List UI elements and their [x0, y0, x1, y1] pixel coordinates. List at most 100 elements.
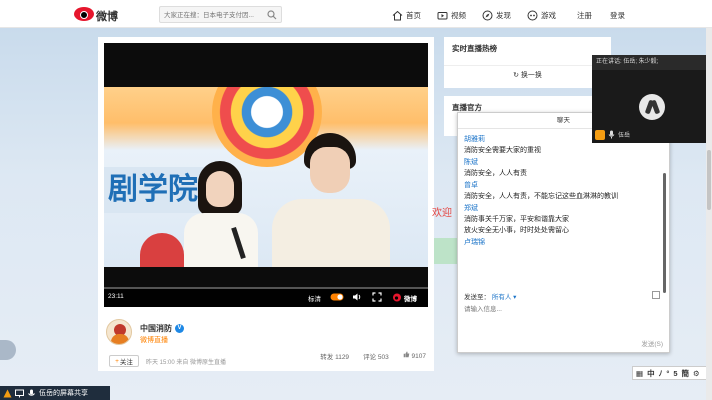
weibo-logo[interactable]: 微博 — [74, 5, 124, 23]
comment-button[interactable]: 评论 503 — [363, 351, 389, 361]
weibo-eye-icon — [74, 7, 94, 21]
video-frame: 剧学院 — [104, 87, 428, 267]
video-time: 23:11 — [108, 293, 124, 300]
ime-toolbar: ▦ 中 ﾉ ° 5 簡 ⚙ — [632, 366, 710, 380]
microphone-icon — [28, 389, 35, 396]
like-count: 9107 — [411, 353, 426, 360]
ime-simplified[interactable]: 簡 — [682, 368, 690, 379]
speaker-avatar — [639, 94, 665, 120]
verified-icon: V — [175, 324, 184, 334]
weibo-watermark-text: 微博 — [404, 296, 417, 303]
refresh-button[interactable]: ↻ 换一换 — [444, 70, 611, 80]
search-icon[interactable] — [267, 10, 277, 20]
weibo-watermark-icon — [393, 293, 401, 302]
fullscreen-icon[interactable] — [372, 292, 382, 302]
search-box — [159, 6, 282, 23]
thumbs-up-icon — [403, 351, 410, 358]
ime-punct[interactable]: ﾉ — [659, 368, 663, 379]
send-button[interactable]: 发送(S) — [641, 338, 663, 348]
logo-text: 微博 — [96, 11, 118, 23]
speaking-indicator: 正在讲话: 伍岳; 朱少毅; — [592, 55, 712, 70]
hydrant-prop — [140, 233, 184, 267]
follow-label: 关注 — [119, 359, 133, 366]
live-post-card: 剧学院 23:11 标清 微博 中国消防 V 微博直播 + 关注 昨天 15:00 … — [98, 37, 434, 371]
top-navigation-bar: 微博 首页 视频 发现 游戏 注册 登录 — [0, 0, 712, 28]
screen-share-label: 伍岳的屏幕共享 — [39, 390, 88, 397]
speaker-footer: 伍岳 — [595, 129, 630, 140]
message-text: 消防安全，人人有责，不能忘记这些血淋淋的教训 — [464, 193, 618, 200]
poster-name: 中国消防 — [140, 324, 172, 333]
speaker-name: 伍岳 — [618, 133, 631, 139]
volume-icon[interactable] — [352, 292, 362, 302]
host-male — [268, 133, 392, 267]
divider — [444, 65, 611, 66]
nav-game-label: 游戏 — [541, 10, 556, 20]
search-input[interactable] — [164, 9, 264, 21]
message-text: 消防事关千万家，平安和谐靠大家 — [464, 216, 569, 223]
nav-video-label: 视频 — [451, 10, 466, 20]
message-sender: 陈斌 — [464, 159, 478, 166]
refresh-label: 换一换 — [520, 72, 542, 79]
monitor-icon — [15, 389, 24, 397]
danmaku-toggle-icon[interactable] — [330, 292, 344, 302]
nav-game[interactable]: 游戏 — [527, 8, 556, 22]
compass-icon — [482, 10, 493, 20]
message-text: 消防安全需要大家的重视 — [464, 147, 541, 154]
chat-scrollbar[interactable] — [663, 173, 666, 293]
nav-discover[interactable]: 发现 — [482, 8, 511, 22]
file-icon[interactable] — [652, 291, 660, 299]
page-scrollbar-thumb[interactable] — [707, 150, 711, 210]
nav-home[interactable]: 首页 — [392, 8, 421, 22]
login-link[interactable]: 登录 — [610, 8, 625, 22]
nav-discover-label: 发现 — [496, 10, 511, 20]
nav-video[interactable]: 视频 — [437, 8, 466, 22]
ime-mode[interactable]: 中 — [647, 368, 655, 379]
message-sender: 郑斌 — [464, 205, 478, 212]
register-label: 注册 — [577, 10, 592, 20]
quality-button[interactable]: 标清 — [308, 293, 321, 303]
send-target-dropdown[interactable]: 所有人 ▾ — [492, 294, 517, 301]
microphone-icon — [608, 130, 615, 139]
game-icon — [527, 10, 538, 20]
send-to-label: 发送至： — [464, 294, 490, 301]
chat-window: 聊天 胡雅莉 消防安全需要大家的重视 陈斌 消防安全，人人有责 曾卓 消防安全，… — [457, 112, 670, 353]
message-sender: 曾卓 — [464, 182, 478, 189]
poster-name-row[interactable]: 中国消防 V — [140, 323, 184, 334]
video-progress-bar[interactable] — [104, 287, 428, 289]
post-meta: 昨天 15:00 来自 微博原生直播 — [146, 360, 227, 366]
poster-subtitle: 微博直播 — [140, 337, 168, 344]
register-link[interactable]: 注册 — [577, 8, 592, 22]
speaker-panel: 正在讲话: 伍岳; 朱少毅; 伍岳 — [592, 55, 712, 143]
chat-message-list[interactable]: 胡雅莉 消防安全需要大家的重视 陈斌 消防安全，人人有责 曾卓 消防安全，人人有… — [464, 133, 660, 289]
login-label: 登录 — [610, 10, 625, 20]
live-video-player[interactable]: 剧学院 23:11 标清 微博 — [104, 43, 428, 307]
avatar[interactable] — [106, 319, 132, 345]
repost-button[interactable]: 转发 1129 — [320, 351, 349, 361]
home-icon — [392, 10, 403, 20]
welcome-text: 欢迎 — [432, 208, 452, 219]
ime-width[interactable]: ° — [666, 369, 669, 378]
user-badge-icon — [595, 129, 605, 140]
post-stats: 转发 1129 评论 503 9107 — [320, 351, 426, 361]
hot-live-card: 实时直播热榜 ↻ 换一换 — [444, 37, 611, 88]
video-icon — [437, 11, 448, 19]
page-scrollbar-track[interactable] — [706, 28, 712, 400]
message-sender: 卢瑞锦 — [464, 239, 485, 246]
follow-button[interactable]: + 关注 — [109, 355, 139, 367]
ime-grid-icon[interactable]: ▦ — [636, 369, 643, 378]
like-button[interactable]: 9107 — [403, 351, 426, 361]
ime-skin[interactable]: 5 — [673, 369, 677, 378]
screen-share-bar[interactable]: 伍岳的屏幕共享 — [0, 386, 110, 400]
video-controls-bar: 23:11 标清 微博 — [104, 287, 428, 307]
message-text: 消防安全，人人有责 — [464, 170, 527, 177]
plus-icon: + — [115, 357, 119, 365]
refresh-icon: ↻ — [513, 72, 521, 79]
hot-live-title: 实时直播热榜 — [452, 44, 497, 53]
message-text: 放火安全无小事，时时处处需留心 — [464, 227, 569, 234]
host-female — [182, 161, 260, 267]
ime-settings-icon[interactable]: ⚙ — [693, 369, 700, 378]
send-to-row: 发送至： 所有人 ▾ — [464, 291, 664, 301]
chat-input[interactable] — [464, 303, 662, 333]
warning-icon — [3, 389, 12, 397]
nav-home-label: 首页 — [406, 10, 421, 20]
